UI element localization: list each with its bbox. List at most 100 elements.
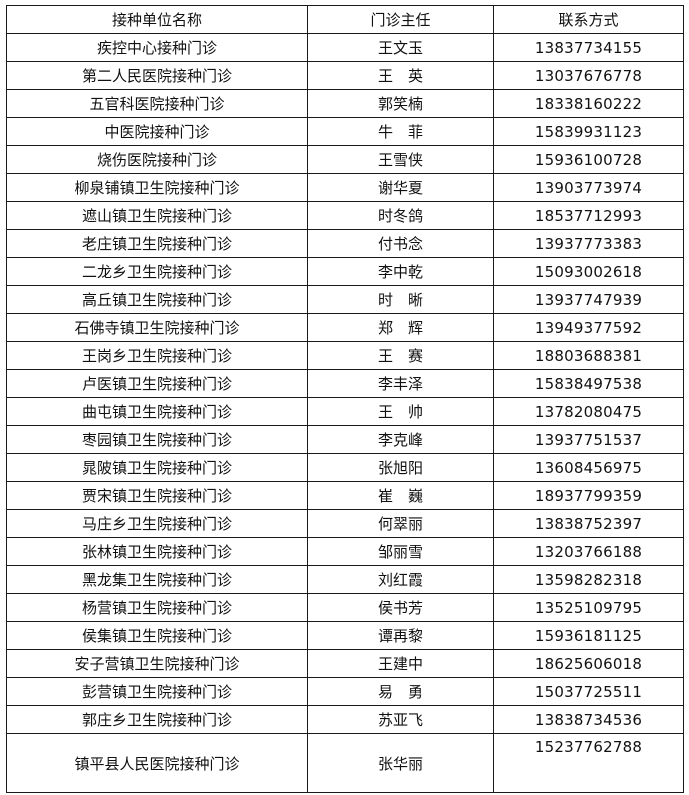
director-cell: 谢华夏 [307,173,494,202]
director-cell: 苏亚飞 [307,705,494,734]
table-row: 曲屯镇卫生院接种门诊王 帅 13782080475 [6,397,684,426]
director-cell: 张旭阳 [307,453,494,482]
director-cell: 李克峰 [307,425,494,454]
phone-cell: 13203766188 [493,537,684,566]
table-row: 五官科医院接种门诊 郭笑楠 18338160222 [6,89,684,118]
phone-cell: 13903773974 [493,173,684,202]
phone-cell: 18625606018 [493,649,684,678]
phone-cell: 18803688381 [493,341,684,370]
table-row: 卢医镇卫生院接种门诊 李丰泽 15838497538 [6,369,684,398]
unit-name-cell: 马庄乡卫生院接种门诊 [6,509,308,538]
phone-cell: 15839931123 [493,117,684,146]
unit-name-cell: 曲屯镇卫生院接种门诊 [6,397,308,426]
unit-name-cell: 中医院接种门诊 [6,117,308,146]
phone-cell: 18937799359 [493,481,684,510]
director-cell: 张华丽 [307,733,494,793]
table-row: 柳泉铺镇卫生院接种门诊 谢华夏 13903773974 [6,173,684,202]
table-row: 张林镇卫生院接种门诊 邹丽雪 13203766188 [6,537,684,566]
phone-cell: 13937773383 [493,229,684,258]
table-body: 疾控中心接种门诊 王文玉 13837734155 第二人民医院接种门诊王 英 13037… [6,33,684,793]
unit-name-cell: 郭庄乡卫生院接种门诊 [6,705,308,734]
phone-cell: 13608456975 [493,453,684,482]
director-cell: 王 赛 [307,341,494,370]
unit-name-cell: 张林镇卫生院接种门诊 [6,537,308,566]
phone-cell: 15936181125 [493,621,684,650]
director-cell: 王文玉 [307,33,494,62]
unit-name-cell: 烧伤医院接种门诊 [6,145,308,174]
unit-name-cell: 高丘镇卫生院接种门诊 [6,285,308,314]
table-row: 老庄镇卫生院接种门诊 付书念 13937773383 [6,229,684,258]
phone-cell: 13525109795 [493,593,684,622]
director-cell: 谭再黎 [307,621,494,650]
table-row: 二龙乡卫生院接种门诊 李中乾 15093002618 [6,257,684,286]
table-row: 石佛寺镇卫生院接种门诊郑 辉 13949377592 [6,313,684,342]
phone-cell: 15838497538 [493,369,684,398]
director-cell: 时冬鸽 [307,201,494,230]
unit-name-cell: 黑龙集卫生院接种门诊 [6,565,308,594]
director-cell: 时 晰 [307,285,494,314]
unit-name-cell: 卢医镇卫生院接种门诊 [6,369,308,398]
header-contact: 联系方式 [493,5,684,34]
table-row: 中医院接种门诊牛 菲 15839931123 [6,117,684,146]
director-cell: 王雪侠 [307,145,494,174]
phone-cell: 15037725511 [493,677,684,706]
phone-cell: 13937747939 [493,285,684,314]
unit-name-cell: 侯集镇卫生院接种门诊 [6,621,308,650]
table-row: 镇平县人民医院接种门诊 张华丽 15237762788 [6,733,684,793]
unit-name-cell: 疾控中心接种门诊 [6,33,308,62]
unit-name-cell: 安子营镇卫生院接种门诊 [6,649,308,678]
unit-name-cell: 二龙乡卫生院接种门诊 [6,257,308,286]
unit-name-cell: 柳泉铺镇卫生院接种门诊 [6,173,308,202]
phone-cell: 18338160222 [493,89,684,118]
phone-cell: 13598282318 [493,565,684,594]
phone-cell: 18537712993 [493,201,684,230]
director-cell: 王建中 [307,649,494,678]
table-row: 安子营镇卫生院接种门诊 王建中 18625606018 [6,649,684,678]
phone-cell: 15936100728 [493,145,684,174]
table-row: 黑龙集卫生院接种门诊 刘红霞 13598282318 [6,565,684,594]
unit-name-cell: 老庄镇卫生院接种门诊 [6,229,308,258]
phone-cell: 13937751537 [493,425,684,454]
header-director: 门诊主任 [307,5,494,34]
director-cell: 王 英 [307,61,494,90]
table-row: 彭营镇卫生院接种门诊易 勇 15037725511 [6,677,684,706]
director-cell: 刘红霞 [307,565,494,594]
phone-cell: 15093002618 [493,257,684,286]
director-cell: 郭笑楠 [307,89,494,118]
unit-name-cell: 杨营镇卫生院接种门诊 [6,593,308,622]
director-cell: 李丰泽 [307,369,494,398]
phone-cell: 13949377592 [493,313,684,342]
unit-name-cell: 贾宋镇卫生院接种门诊 [6,481,308,510]
table-row: 杨营镇卫生院接种门诊 侯书芳 13525109795 [6,593,684,622]
header-row: 接种单位名称 门诊主任 联系方式 [6,5,684,34]
director-cell: 郑 辉 [307,313,494,342]
header-unit-name: 接种单位名称 [6,5,308,34]
director-cell: 付书念 [307,229,494,258]
unit-name-cell: 晁陂镇卫生院接种门诊 [6,453,308,482]
phone-cell: 13838734536 [493,705,684,734]
director-cell: 何翠丽 [307,509,494,538]
table-row: 遮山镇卫生院接种门诊 时冬鸽 18537712993 [6,201,684,230]
unit-name-cell: 第二人民医院接种门诊 [6,61,308,90]
director-cell: 李中乾 [307,257,494,286]
director-cell: 侯书芳 [307,593,494,622]
table-row: 郭庄乡卫生院接种门诊 苏亚飞 13838734536 [6,705,684,734]
table-row: 第二人民医院接种门诊王 英 13037676778 [6,61,684,90]
director-cell: 牛 菲 [307,117,494,146]
unit-name-cell: 镇平县人民医院接种门诊 [6,733,308,793]
director-cell: 邹丽雪 [307,537,494,566]
phone-cell: 13837734155 [493,33,684,62]
unit-name-cell: 王岗乡卫生院接种门诊 [6,341,308,370]
table-row: 晁陂镇卫生院接种门诊 张旭阳 13608456975 [6,453,684,482]
table-row: 马庄乡卫生院接种门诊 何翠丽 13838752397 [6,509,684,538]
director-cell: 王 帅 [307,397,494,426]
vaccination-clinic-table: 接种单位名称 门诊主任 联系方式 疾控中心接种门诊 王文玉 13837734155 第… [6,5,684,793]
table-row: 枣园镇卫生院接种门诊 李克峰 13937751537 [6,425,684,454]
table-row: 贾宋镇卫生院接种门诊崔 巍 18937799359 [6,481,684,510]
unit-name-cell: 遮山镇卫生院接种门诊 [6,201,308,230]
unit-name-cell: 彭营镇卫生院接种门诊 [6,677,308,706]
unit-name-cell: 枣园镇卫生院接种门诊 [6,425,308,454]
unit-name-cell: 石佛寺镇卫生院接种门诊 [6,313,308,342]
table-row: 疾控中心接种门诊 王文玉 13837734155 [6,33,684,62]
phone-cell: 13782080475 [493,397,684,426]
